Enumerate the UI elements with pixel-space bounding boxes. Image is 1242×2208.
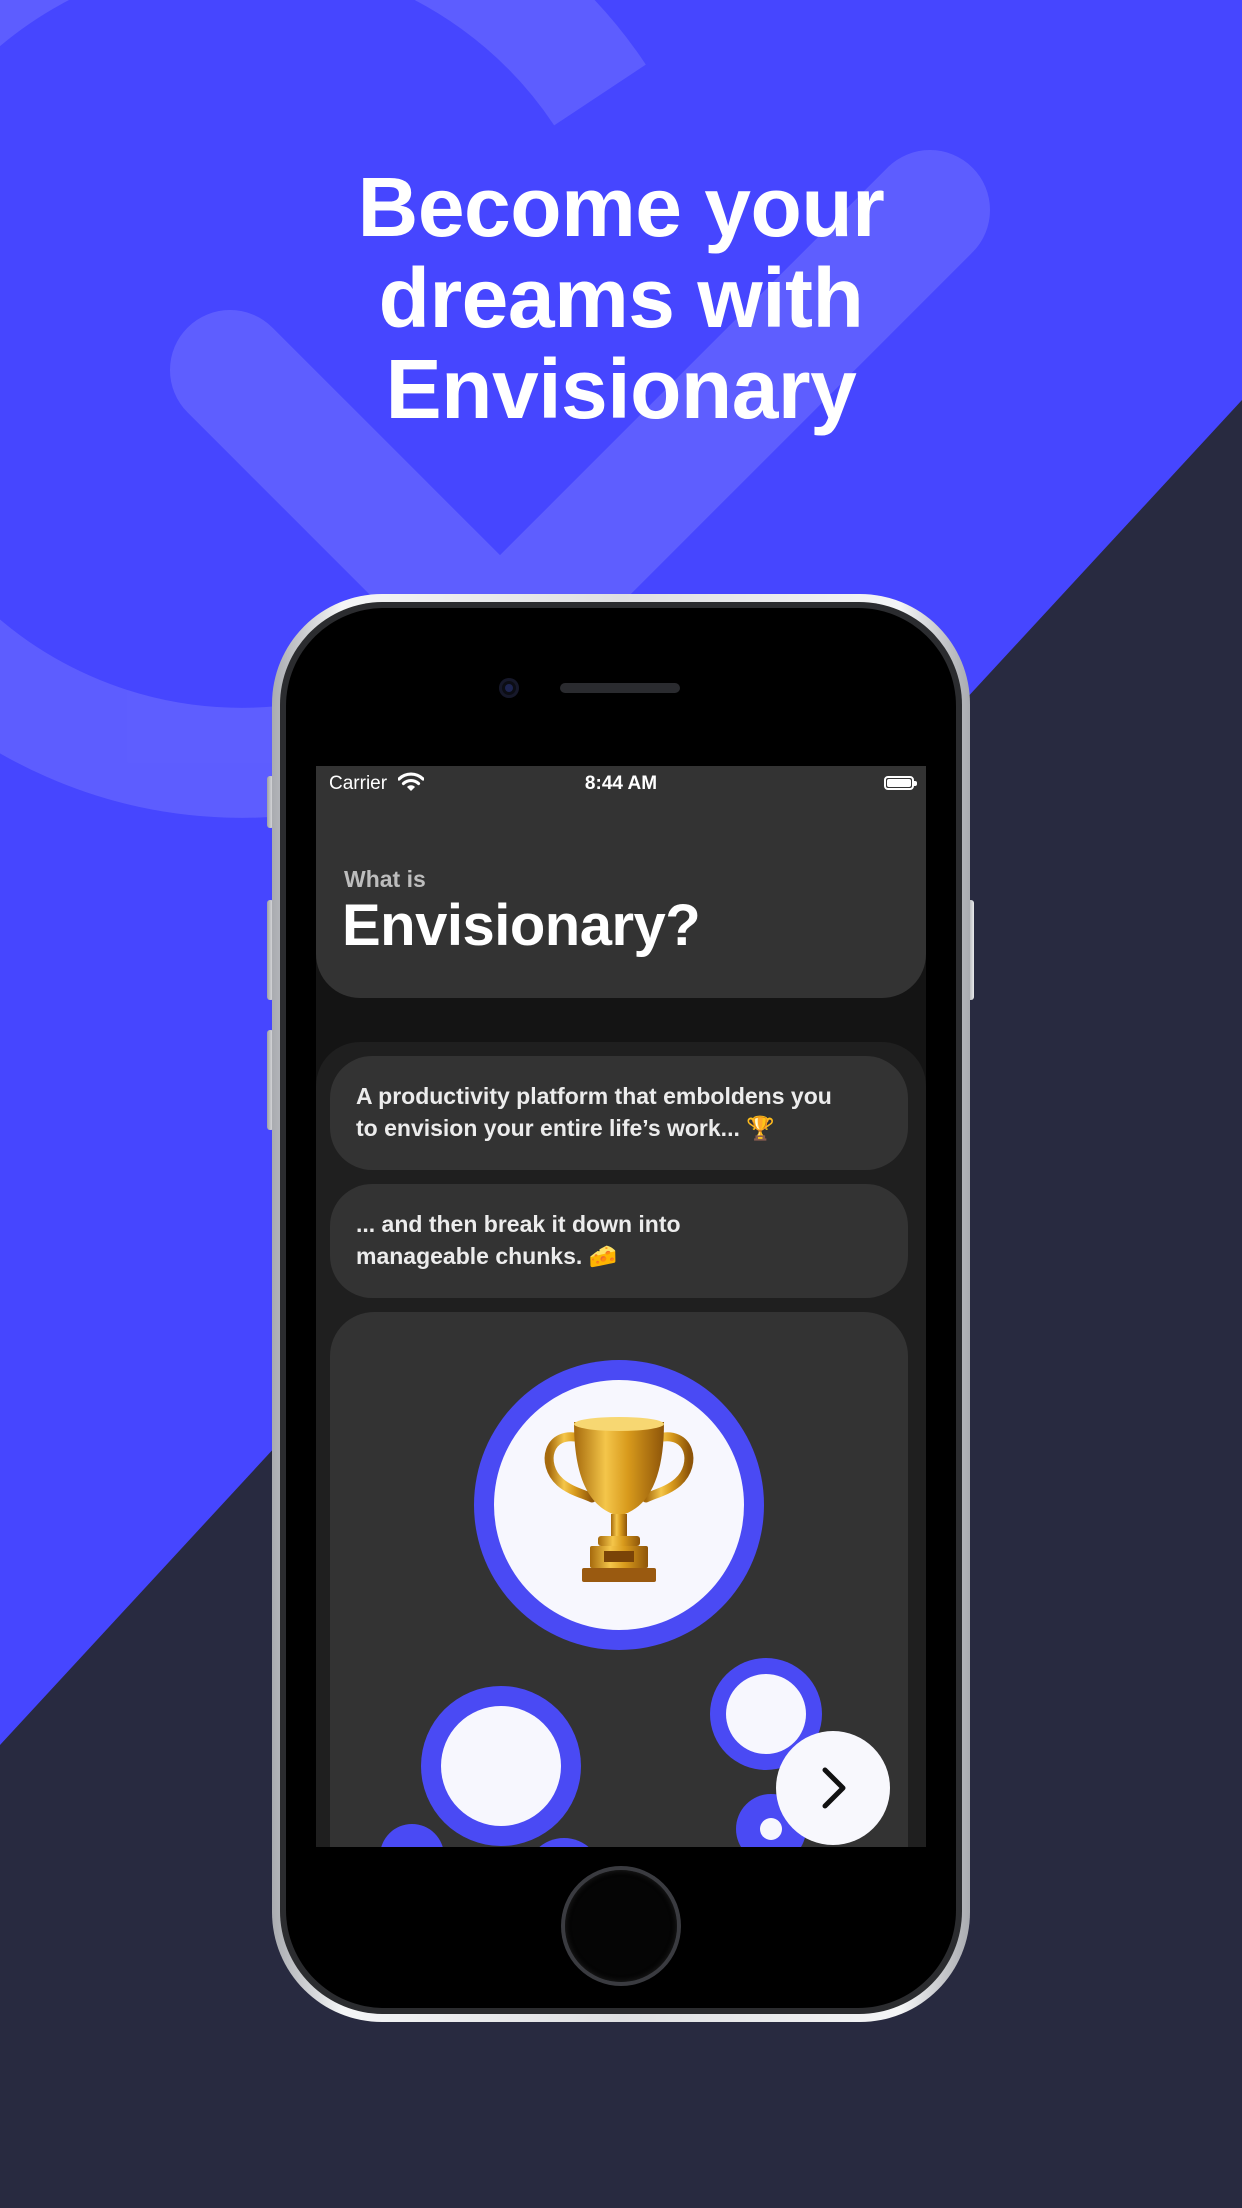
status-bar: Carrier 8:44 AM	[316, 766, 926, 804]
header-subtitle: What is	[344, 866, 426, 892]
sub-goal-circle-5	[526, 1838, 602, 1847]
bubble-1-line-2: to envision your entire life’s work...	[356, 1115, 740, 1141]
status-time: 8:44 AM	[584, 773, 658, 794]
front-camera	[499, 678, 519, 698]
trophy-icon	[544, 1417, 694, 1582]
headline-line-1: Become your	[357, 160, 885, 254]
header-card: Carrier 8:44 AM What is Envisionary?	[316, 766, 926, 998]
bubble-1-line-1: A productivity platform that emboldens y…	[356, 1083, 832, 1109]
headline-line-3: Envisionary	[385, 342, 857, 436]
page-title: Envisionary?	[342, 893, 701, 958]
earpiece-speaker	[560, 683, 680, 693]
message-bubble-2: ... and then break it down into manageab…	[330, 1184, 908, 1298]
app-screen: Carrier 8:44 AM What is Envisionary? A p…	[316, 766, 926, 1847]
headline-line-2: dreams with	[378, 251, 864, 345]
chevron-right-icon	[822, 1767, 846, 1809]
bubble-2-line-2: manageable chunks.	[356, 1243, 583, 1269]
sub-goal-circle-1	[421, 1686, 581, 1846]
battery-icon	[884, 776, 917, 790]
sub-goal-circle-4	[380, 1824, 444, 1847]
home-button[interactable]	[565, 1870, 677, 1982]
next-button[interactable]	[776, 1731, 890, 1845]
bubble-2-line-1: ... and then break it down into	[356, 1211, 681, 1237]
headline: Become your dreams with Envisionary	[0, 162, 1242, 435]
message-bubble-1: A productivity platform that emboldens y…	[330, 1056, 908, 1170]
main-goal-circle	[474, 1360, 764, 1650]
trophy-emoji-icon: 🏆	[746, 1116, 775, 1142]
cheese-emoji-icon: 🧀	[588, 1244, 618, 1270]
